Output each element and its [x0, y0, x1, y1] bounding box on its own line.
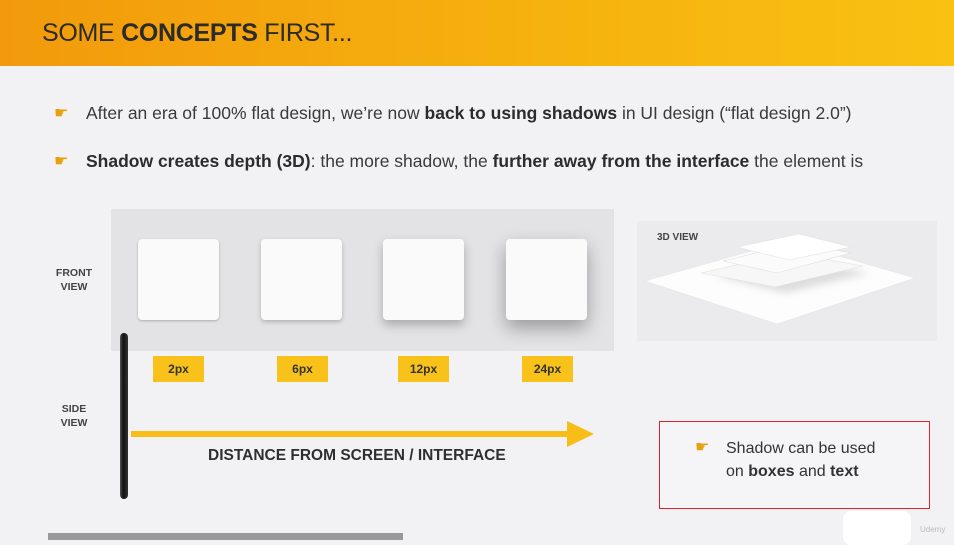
shadow-card-2px	[138, 239, 219, 320]
front-view-label: FRONT VIEW	[55, 267, 93, 293]
distance-arrow	[131, 431, 571, 437]
shadow-tag-24px: 24px	[522, 356, 573, 382]
pointing-hand-icon: ☛	[54, 105, 69, 122]
shadow-card-24px	[506, 239, 587, 320]
3d-view-label: 3D VIEW	[657, 232, 699, 243]
udemy-watermark: Udemy	[920, 525, 946, 534]
phone-side-illustration	[120, 333, 128, 499]
shadow-card-12px	[383, 239, 464, 320]
video-progress-strip[interactable]	[48, 533, 403, 540]
bullet-shadow-depth: ☛ Shadow creates depth (3D): the more sha…	[54, 151, 864, 171]
arrow-head-icon	[567, 421, 594, 447]
bullet-flat-design: ☛ After an era of 100% flat design, we’re…	[54, 103, 852, 123]
shadow-tag-6px: 6px	[277, 356, 328, 382]
slide-header: SOME CONCEPTS FIRST...	[0, 0, 954, 66]
pointing-hand-icon: ☛	[54, 153, 69, 170]
note-text: Shadow can be used on boxes and text	[726, 440, 876, 480]
side-view-label: SIDE VIEW	[60, 403, 88, 429]
distance-caption: DISTANCE FROM SCREEN / INTERFACE	[208, 447, 506, 464]
pointing-hand-icon: ☛	[695, 439, 710, 456]
slide-title: SOME CONCEPTS FIRST...	[42, 19, 353, 47]
shadow-tag-2px: 2px	[153, 356, 204, 382]
shadow-card-6px	[261, 239, 342, 320]
shadow-tag-12px: 12px	[398, 356, 449, 382]
